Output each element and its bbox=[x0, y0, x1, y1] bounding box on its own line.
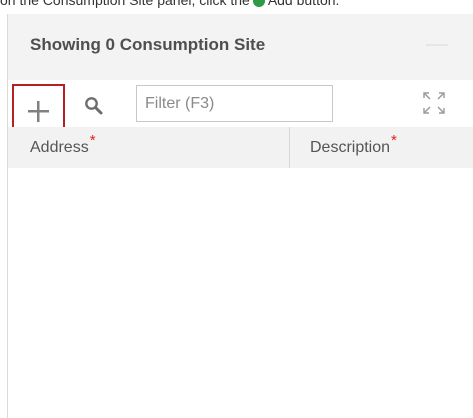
green-add-icon bbox=[252, 0, 265, 8]
column-header-address[interactable]: Address* bbox=[8, 127, 290, 168]
add-button[interactable] bbox=[12, 84, 65, 129]
filter-input[interactable] bbox=[136, 85, 333, 122]
search-icon[interactable] bbox=[84, 96, 104, 116]
required-marker: * bbox=[89, 132, 96, 149]
instruction-text-before: on the Consumption Site panel, click the bbox=[0, 0, 250, 8]
panel-title: Showing 0 Consumption Site bbox=[30, 35, 266, 54]
consumption-site-panel: Showing 0 Consumption Site Filter (F3) A… bbox=[7, 14, 473, 418]
column-label-address: Address bbox=[30, 139, 89, 156]
column-label-description: Description bbox=[310, 139, 391, 156]
minimize-icon[interactable] bbox=[426, 44, 448, 46]
grid-toolbar bbox=[8, 80, 473, 129]
cropped-instruction-text: on the Consumption Site panel, click the… bbox=[0, 0, 473, 14]
required-marker: * bbox=[391, 132, 397, 149]
grid-body-empty bbox=[8, 168, 473, 418]
grid-header: Address* Description* bbox=[8, 127, 473, 169]
column-header-description[interactable]: Description* bbox=[290, 127, 473, 168]
instruction-text-after: Add button. bbox=[267, 0, 340, 8]
expand-icon[interactable] bbox=[422, 91, 446, 115]
plus-icon bbox=[28, 101, 49, 122]
panel-header: Showing 0 Consumption Site bbox=[8, 14, 473, 81]
